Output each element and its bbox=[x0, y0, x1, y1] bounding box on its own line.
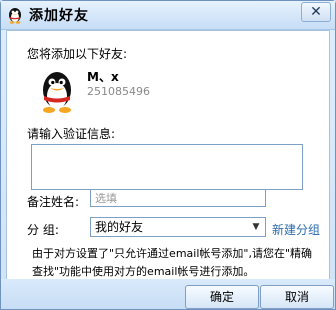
window-title: 添加好友 bbox=[29, 8, 89, 24]
close-button[interactable]: ✕ bbox=[301, 2, 331, 22]
notice-text: 由于对方设置了"只允许通过email帐号添加",请您在"精确查找"功能中使用对方… bbox=[32, 247, 313, 278]
remark-label: 备注姓名: bbox=[27, 195, 80, 209]
close-icon: ✕ bbox=[310, 4, 322, 20]
new-group-link[interactable]: 新建分组 bbox=[272, 221, 320, 238]
intro-label: 您将添加以下好友: bbox=[27, 47, 128, 61]
remark-input[interactable]: 选填 bbox=[90, 189, 266, 207]
title-bar[interactable]: 添加好友 ✕ bbox=[1, 1, 335, 30]
friend-qq-number: 251085496 bbox=[87, 85, 150, 98]
button-bar: 确定 取消 bbox=[1, 279, 335, 309]
verification-label: 请输入验证信息: bbox=[27, 127, 116, 141]
group-label: 分 组: bbox=[27, 223, 59, 237]
chevron-down-icon[interactable]: ▼ bbox=[249, 220, 263, 234]
qq-penguin-icon bbox=[9, 8, 21, 24]
ok-button[interactable]: 确定 bbox=[185, 285, 259, 309]
verification-textarea[interactable] bbox=[31, 144, 303, 190]
group-selected-value: 我的好友 bbox=[95, 220, 144, 234]
friend-avatar bbox=[43, 72, 71, 113]
cancel-button[interactable]: 取消 bbox=[260, 285, 334, 309]
add-friend-dialog: 添加好友 ✕ 您将添加以下好友: M、x 251085496 请输入验证信息: … bbox=[0, 0, 336, 310]
dialog-content: 您将添加以下好友: M、x 251085496 请输入验证信息: 备注姓名: 选… bbox=[6, 30, 330, 280]
group-select[interactable]: 我的好友 ▼ bbox=[90, 217, 266, 237]
friend-name: M、x bbox=[87, 70, 119, 84]
